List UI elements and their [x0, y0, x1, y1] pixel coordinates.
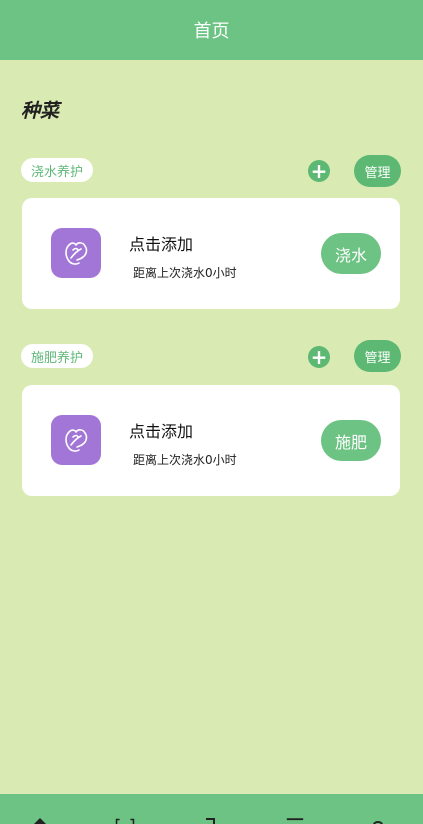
lettuce-icon	[51, 415, 101, 465]
watering-card[interactable]: 点击添加 距离上次浇水0小时 浇水	[22, 198, 400, 309]
card-title: 点击添加	[129, 235, 194, 254]
plus-icon: +	[310, 159, 328, 183]
bookmark-icon[interactable]	[200, 816, 220, 824]
section-title: 种菜	[21, 100, 60, 122]
card-title: 点击添加	[129, 422, 194, 441]
page-title: 首页	[193, 21, 230, 42]
plus-icon: +	[310, 345, 328, 369]
home-icon[interactable]	[30, 816, 50, 824]
manage-fertilizing-button[interactable]: 管理	[354, 340, 401, 372]
last-watered-text: 距离上次浇水0小时	[133, 266, 237, 280]
bottom-tab-bar	[0, 794, 423, 824]
top-app-bar: 首页	[0, 0, 423, 60]
lettuce-icon	[51, 228, 101, 278]
add-fertilizing-button[interactable]: +	[308, 346, 330, 368]
manage-watering-button[interactable]: 管理	[354, 155, 401, 187]
fertilizing-group-label: 施肥养护	[21, 344, 94, 368]
watering-group-label: 浇水养护	[21, 158, 94, 182]
scan-icon[interactable]	[115, 816, 135, 824]
user-icon[interactable]	[368, 816, 388, 824]
fertilize-button[interactable]: 施肥	[321, 420, 381, 461]
last-watered-text: 距离上次浇水0小时	[133, 453, 237, 467]
list-icon[interactable]	[285, 816, 305, 824]
add-watering-button[interactable]: +	[308, 160, 330, 182]
fertilizing-card[interactable]: 点击添加 距离上次浇水0小时 施肥	[22, 385, 400, 496]
water-button[interactable]: 浇水	[321, 233, 381, 274]
